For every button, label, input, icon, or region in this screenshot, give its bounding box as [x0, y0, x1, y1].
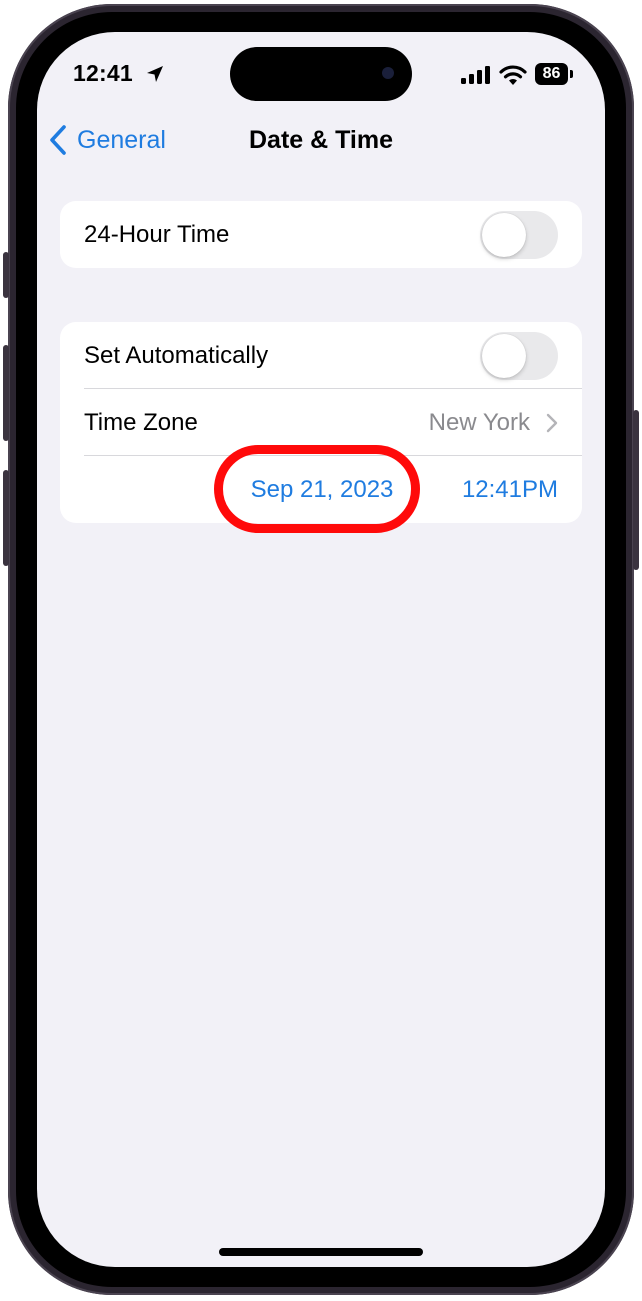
battery-level: 86 — [535, 63, 568, 85]
cellular-signal-icon — [461, 66, 490, 84]
set-automatically-row: Set Automatically — [60, 322, 582, 389]
date-time-group: Set Automatically Time Zone New York Sep… — [60, 322, 582, 523]
set-automatically-toggle[interactable] — [480, 332, 558, 380]
front-camera — [382, 67, 394, 79]
battery-icon: 86 — [535, 63, 573, 85]
wifi-icon — [499, 65, 527, 85]
dynamic-island — [230, 47, 412, 101]
hour24-toggle[interactable] — [480, 211, 558, 259]
action-button — [3, 252, 9, 298]
toggle-knob — [482, 213, 526, 257]
time-picker-button[interactable]: 12:41PM — [462, 476, 558, 504]
navigation-bar: General Date & Time — [37, 112, 605, 168]
chevron-right-icon — [546, 413, 558, 433]
status-time: 12:41 — [73, 60, 133, 86]
time-zone-row[interactable]: Time Zone New York — [60, 389, 582, 456]
time-zone-label: Time Zone — [84, 408, 198, 436]
hour24-label: 24-Hour Time — [84, 220, 230, 248]
battery-cap — [570, 70, 573, 78]
date-picker-button[interactable]: Sep 21, 2023 — [245, 476, 399, 504]
volume-up-button — [3, 345, 9, 441]
time-zone-value: New York — [428, 408, 530, 436]
status-bar: 12:41 86 — [37, 32, 605, 112]
date-time-row: Sep 21, 2023 12:41PM — [60, 456, 582, 523]
location-arrow-icon — [147, 66, 163, 82]
page-title: Date & Time — [248, 126, 394, 154]
hour24-row: 24-Hour Time — [60, 201, 582, 268]
screen: 12:41 86 General Date & Time 24-Hour Tim… — [37, 32, 605, 1267]
side-power-button — [633, 410, 639, 570]
toggle-knob — [482, 334, 526, 378]
set-automatically-label: Set Automatically — [84, 341, 269, 369]
time-format-group: 24-Hour Time — [60, 201, 582, 268]
home-indicator[interactable] — [219, 1248, 423, 1256]
volume-down-button — [3, 470, 9, 566]
